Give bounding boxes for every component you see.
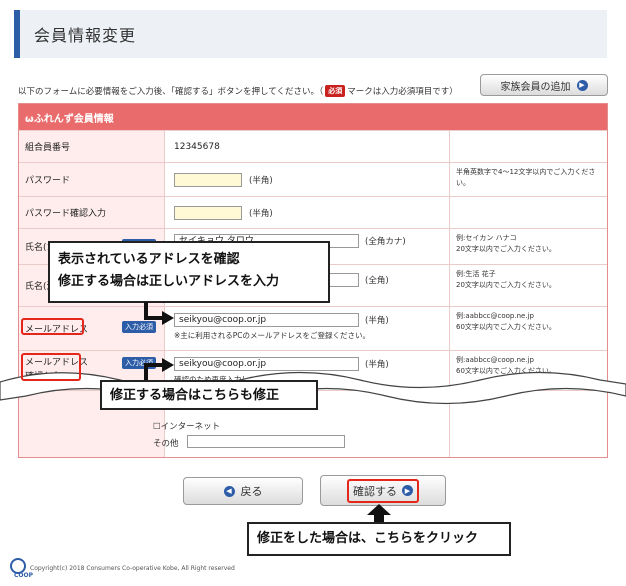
name-kanji-note: 例:生活 花子 20文字以内でご入力ください。 [449, 265, 607, 306]
name-kana-note: 例:セイカン ハナコ 20文字以内でご入力ください。 [449, 229, 607, 264]
other-label: その他 [153, 439, 179, 449]
callout-1-line-1: 表示されているアドレスを確認 [58, 252, 240, 267]
arrow-right-icon: ▶ [576, 79, 588, 91]
checkbox-icon[interactable]: ☐ [153, 422, 161, 432]
member-no-label: 組合員番号 [19, 131, 165, 162]
other-input[interactable] [187, 435, 345, 448]
email-sub-note: ※主に利用されるPCのメールアドレスをご登録ください。 [174, 331, 371, 340]
name-kana-hint: (全角カナ) [365, 237, 406, 247]
internet-option[interactable]: ☐インターネット [153, 420, 220, 432]
password-label: パスワード [19, 163, 165, 196]
intro-text: 以下のフォームに必要情報をご入力後、「確認する」ボタンを押してください。（ 必須マ… [18, 85, 458, 97]
arrow-right-icon: ▶ [402, 485, 413, 496]
email-hint: (半角) [365, 316, 389, 326]
confirm-button[interactable]: 確認する ▶ [320, 475, 446, 506]
password-hint: (半角) [249, 176, 273, 186]
name-kanji-note-example: 例:生活 花子 [456, 270, 496, 278]
intro-post: マークは入力必須項目です） [347, 87, 458, 97]
email-note: 例:aabbcc@coop.ne.jp 60文字以内でご入力ください。 [449, 307, 607, 350]
email-confirm-label-highlight [21, 353, 81, 381]
form-header-title: ふれんず会員情報 [33, 114, 114, 125]
page-title: 会員情報変更 [34, 26, 137, 45]
confirm-highlight: 確認する ▶ [347, 478, 419, 503]
callout-click-confirm: 修正をした場合は、こちらをクリック [247, 522, 511, 556]
form-header: ωふれんず会員情報 [19, 104, 607, 130]
member-no-note [449, 131, 607, 162]
callout-check-address: 表示されているアドレスを確認 修正する場合は正しいアドレスを入力 [48, 241, 330, 303]
page-header: 会員情報変更 [14, 10, 607, 58]
confirm-label: 確認する [353, 484, 397, 498]
password-confirm-label: パスワード確認入力 [19, 197, 165, 228]
back-button[interactable]: ◀ 戻る [183, 477, 303, 505]
name-kana-note-example: 例:セイカン ハナコ [456, 234, 517, 242]
row-password: パスワード (半角) 半角英数字で4〜12文字以内でご入力ください。 [19, 162, 607, 196]
back-label: 戻る [240, 485, 263, 498]
password-confirm-input[interactable] [174, 206, 242, 220]
email-confirm-note-example: 例:aabbcc@coop.ne.jp [456, 356, 534, 364]
copyright: Copyright(c) 2018 Consumers Co-operative… [30, 565, 235, 572]
internet-option-label: インターネット [160, 422, 221, 432]
email-label-highlight [21, 318, 84, 335]
friends-icon: ω [25, 114, 34, 125]
add-family-label: 家族会員の追加 [500, 81, 571, 93]
email-input[interactable]: seikyou@coop.or.jp [174, 313, 359, 327]
row-email: メールアドレス 入力必須 seikyou@coop.or.jp (半角) ※主に… [19, 306, 607, 350]
required-mark: 必須 [325, 85, 346, 97]
name-kanji-note-limit: 20文字以内でご入力ください。 [456, 280, 556, 289]
email-note-limit: 60文字以内でご入力ください。 [456, 322, 556, 331]
callout-1-line-2: 修正する場合は正しいアドレスを入力 [58, 274, 280, 289]
member-no-value: 12345678 [174, 141, 220, 152]
name-kanji-hint: (全角) [365, 276, 389, 286]
arrow-right-icon [144, 302, 174, 325]
password-input[interactable] [174, 173, 242, 187]
password-confirm-note [449, 197, 607, 228]
password-confirm-hint: (半角) [249, 209, 273, 219]
password-note: 半角英数字で4〜12文字以内でご入力ください。 [449, 163, 607, 196]
coop-logo-text: COOP [14, 572, 34, 579]
row-member-no: 組合員番号 12345678 [19, 130, 607, 162]
intro-pre: 以下のフォームに必要情報をご入力後、「確認する」ボタンを押してください。（ [18, 87, 324, 97]
email-note-example: 例:aabbcc@coop.ne.jp [456, 312, 534, 320]
add-family-member-button[interactable]: 家族会員の追加 ▶ [480, 74, 608, 96]
row-password-confirm: パスワード確認入力 (半角) [19, 196, 607, 228]
arrow-left-icon: ◀ [223, 485, 235, 497]
callout-fix-confirm: 修正する場合はこちらも修正 [100, 380, 318, 410]
header-accent-bar [14, 10, 20, 58]
name-kana-note-limit: 20文字以内でご入力ください。 [456, 244, 556, 253]
